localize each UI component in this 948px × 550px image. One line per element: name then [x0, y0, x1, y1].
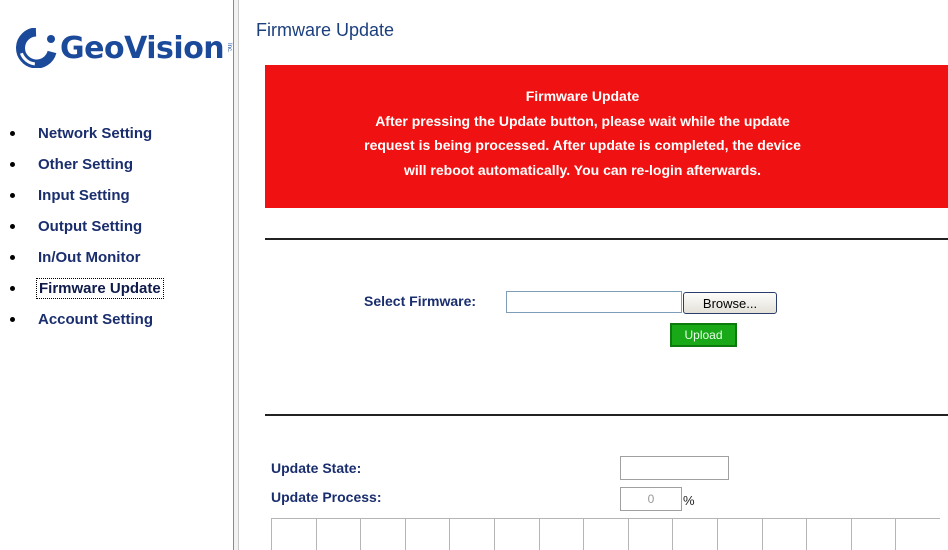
bullet-icon — [10, 286, 15, 291]
section-divider — [265, 238, 948, 240]
sidebar-item-other-setting[interactable]: Other Setting — [6, 149, 164, 180]
percent-sign: % — [683, 493, 695, 508]
progress-segment — [716, 518, 762, 550]
progress-segment — [672, 518, 717, 550]
sidebar-item-inout-monitor[interactable]: In/Out Monitor — [6, 242, 164, 273]
progress-segment — [761, 518, 807, 550]
update-notice-banner: Firmware Update After pressing the Updat… — [265, 65, 948, 208]
progress-segment — [627, 518, 673, 550]
sidebar-item-label[interactable]: Network Setting — [36, 124, 154, 143]
update-process-label: Update Process: — [271, 489, 382, 505]
page-title: Firmware Update — [256, 20, 395, 40]
geovision-logo-icon — [16, 28, 57, 68]
sidebar-item-account-setting[interactable]: Account Setting — [6, 304, 164, 335]
select-firmware-label: Select Firmware: — [364, 293, 477, 309]
sidebar-item-network-setting[interactable]: Network Setting — [6, 118, 164, 149]
notice-line: will reboot automatically. You can re-lo… — [403, 161, 762, 178]
progress-segment — [360, 518, 405, 550]
progress-segment — [315, 518, 361, 550]
notice-line: After pressing the Update button, please… — [375, 112, 790, 129]
progress-segment — [850, 518, 896, 550]
progress-segment — [895, 518, 940, 550]
bullet-icon — [10, 317, 15, 322]
notice-heading: Firmware Update — [525, 88, 640, 104]
notice-line: request is being processed. After update… — [364, 137, 801, 153]
update-progress-bar — [271, 518, 948, 550]
update-state-label: Update State: — [271, 460, 362, 476]
browse-button[interactable]: Browse... — [683, 292, 777, 314]
progress-segment — [538, 518, 584, 550]
progress-segment — [271, 518, 316, 550]
bullet-icon — [10, 131, 15, 136]
brand-logo: GeoVision Inc. — [14, 28, 232, 68]
main-panel: Firmware Update Firmware Update After pr… — [240, 0, 948, 550]
sidebar-item-output-setting[interactable]: Output Setting — [6, 211, 164, 242]
sidebar: GeoVision Inc. Network Setting Other Set… — [0, 0, 233, 550]
sidebar-item-label[interactable]: Firmware Update — [36, 278, 164, 299]
brand-name: GeoVision — [60, 30, 225, 66]
progress-segment — [493, 518, 539, 550]
frame-divider[interactable] — [233, 0, 239, 550]
sidebar-item-input-setting[interactable]: Input Setting — [6, 180, 164, 211]
sidebar-item-firmware-update[interactable]: Firmware Update — [6, 273, 164, 304]
section-divider — [265, 414, 948, 416]
bullet-icon — [10, 224, 15, 229]
progress-segment — [449, 518, 494, 550]
update-process-field — [620, 487, 682, 511]
sidebar-item-label[interactable]: In/Out Monitor — [36, 248, 142, 267]
bullet-icon — [10, 162, 15, 167]
bullet-icon — [10, 193, 15, 198]
sidebar-nav: Network Setting Other Setting Input Sett… — [6, 118, 164, 335]
firmware-file-field[interactable] — [506, 291, 682, 313]
update-state-field — [620, 456, 729, 480]
progress-segment — [404, 518, 450, 550]
sidebar-item-label[interactable]: Other Setting — [36, 155, 135, 174]
progress-segment — [806, 518, 851, 550]
sidebar-item-label[interactable]: Account Setting — [36, 310, 155, 329]
progress-segment — [583, 518, 628, 550]
sidebar-item-label[interactable]: Input Setting — [36, 186, 132, 205]
bullet-icon — [10, 255, 15, 260]
upload-button[interactable]: Upload — [670, 323, 737, 347]
sidebar-item-label[interactable]: Output Setting — [36, 217, 144, 236]
brand-suffix: Inc. — [226, 43, 233, 53]
